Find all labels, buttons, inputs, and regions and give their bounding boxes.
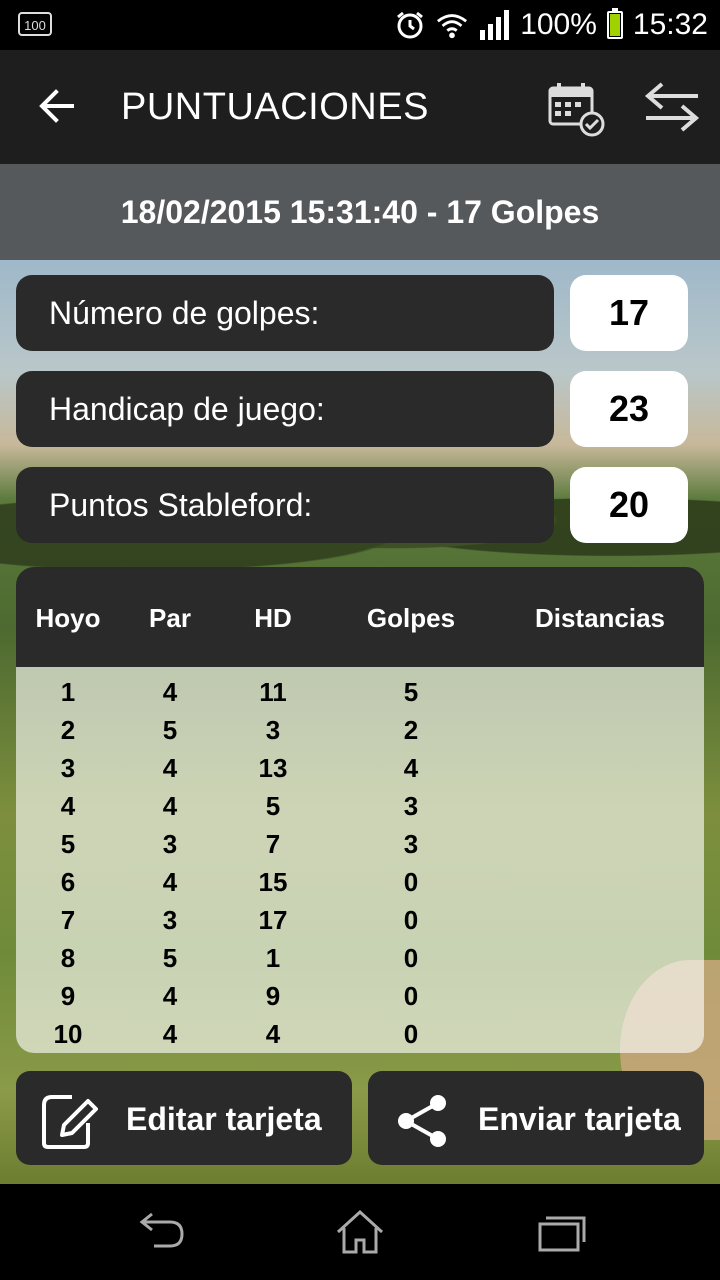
signal-icon: [478, 9, 510, 41]
table-body: 1 4 11 5 2 5 3 2 3 4 13 4 4 4 5 3 5 3 7 …: [16, 667, 704, 1053]
battery-icon: [606, 8, 623, 39]
header-par: Par: [149, 603, 191, 633]
storage-badge: 100: [18, 12, 52, 36]
swap-button[interactable]: [642, 80, 702, 134]
edit-card-label: Editar tarjeta: [126, 1101, 322, 1137]
cell-par: 3: [162, 905, 178, 935]
back-nav-icon: [139, 1212, 184, 1248]
cell-par: 4: [162, 753, 178, 783]
nav-recents-button[interactable]: [530, 1208, 590, 1256]
calendar-button[interactable]: [546, 78, 606, 138]
cell-par: 5: [162, 943, 178, 973]
stat-label-strokes: Número de golpes:: [16, 275, 554, 351]
alarm-icon: [394, 9, 426, 41]
table-row: 9 4 9 0: [16, 975, 704, 1013]
back-button[interactable]: [36, 84, 80, 128]
cell-golpes: 0: [403, 867, 419, 897]
cell-golpes: 4: [403, 753, 419, 783]
cell-hd: 7: [265, 829, 281, 859]
home-nav-icon: [336, 1209, 384, 1254]
cell-hoyo: 2: [60, 715, 76, 745]
cell-hoyo: 9: [60, 981, 76, 1011]
cell-hd: 1: [265, 943, 281, 973]
cell-hd: 9: [265, 981, 281, 1011]
header-distancias: Distancias: [534, 603, 666, 633]
swap-arrows-icon: [644, 82, 700, 132]
cell-par: 4: [162, 867, 178, 897]
cell-hoyo: 8: [60, 943, 76, 973]
send-card-button[interactable]: Enviar tarjeta: [368, 1071, 704, 1165]
scorecard-table: Hoyo Par HD Golpes Distancias 1 4 11 5 2…: [16, 567, 704, 1053]
stat-value-handicap: 23: [570, 371, 688, 447]
table-row: 4 4 5 3: [16, 785, 704, 823]
cell-golpes: 0: [403, 943, 419, 973]
cell-golpes: 0: [403, 981, 419, 1011]
recents-nav-icon: [538, 1216, 586, 1252]
cell-hoyo: 1: [60, 677, 76, 707]
cell-golpes: 0: [403, 1019, 419, 1049]
round-summary-header: 18/02/2015 15:31:40 - 17 Golpes: [0, 164, 720, 260]
wifi-icon: [436, 9, 468, 41]
system-nav-bar: [0, 1184, 720, 1280]
edit-card-button[interactable]: Editar tarjeta: [16, 1071, 352, 1165]
cell-hd: 11: [259, 677, 287, 707]
cell-hd: 15: [258, 867, 288, 897]
stat-value-stableford: 20: [570, 467, 688, 543]
cell-par: 5: [162, 715, 178, 745]
stat-value-strokes: 17: [570, 275, 688, 351]
table-row: 7 3 17 0: [16, 899, 704, 937]
status-bar: 100 100% 15:32: [0, 0, 720, 50]
nav-back-button[interactable]: [130, 1208, 190, 1256]
battery-percent: 100%: [520, 8, 597, 41]
cell-hoyo: 3: [60, 753, 76, 783]
status-time: 15:32: [632, 8, 708, 41]
cell-hoyo: 4: [60, 791, 76, 821]
arrow-left-icon: [39, 89, 74, 123]
table-row: 6 4 15 0: [16, 861, 704, 899]
cell-hd: 3: [265, 715, 281, 745]
header-hd: HD: [254, 603, 292, 633]
stat-label-handicap: Handicap de juego:: [16, 371, 554, 447]
header-hoyo: Hoyo: [35, 603, 101, 633]
cell-hoyo: 6: [60, 867, 76, 897]
cell-hd: 17: [258, 905, 288, 935]
share-icon: [398, 1095, 446, 1147]
table-header: Hoyo Par HD Golpes Distancias: [16, 567, 704, 667]
table-row: 10 4 4 0: [16, 1013, 704, 1051]
status-icons: 100% 15:32: [394, 0, 708, 50]
cell-golpes: 3: [403, 829, 419, 859]
cell-hoyo: 7: [60, 905, 76, 935]
table-row: 1 4 11 5: [16, 671, 704, 709]
header-golpes: Golpes: [366, 603, 456, 633]
cell-par: 4: [162, 791, 178, 821]
cell-hd: 4: [265, 1019, 281, 1049]
stat-label-stableford: Puntos Stableford:: [16, 467, 554, 543]
cell-hd: 13: [258, 753, 288, 783]
cell-golpes: 3: [403, 791, 419, 821]
table-row: 3 4 13 4: [16, 747, 704, 785]
cell-golpes: 2: [403, 715, 419, 745]
page-title: PUNTUACIONES: [121, 86, 429, 128]
cell-hoyo: 5: [60, 829, 76, 859]
cell-par: 4: [162, 981, 178, 1011]
cell-par: 4: [162, 677, 178, 707]
nav-home-button[interactable]: [330, 1208, 390, 1256]
table-row: 5 3 7 3: [16, 823, 704, 861]
edit-note-icon: [42, 1095, 98, 1149]
calendar-check-icon: [548, 83, 605, 137]
cell-par: 4: [162, 1019, 178, 1049]
send-card-label: Enviar tarjeta: [478, 1101, 681, 1137]
cell-par: 3: [162, 829, 178, 859]
cell-hd: 5: [265, 791, 281, 821]
table-row: 2 5 3 2: [16, 709, 704, 747]
app-bar: PUNTUACIONES: [0, 50, 720, 164]
cell-golpes: 5: [403, 677, 419, 707]
cell-golpes: 0: [403, 905, 419, 935]
cell-hoyo: 10: [53, 1019, 83, 1049]
table-row: 8 5 1 0: [16, 937, 704, 975]
